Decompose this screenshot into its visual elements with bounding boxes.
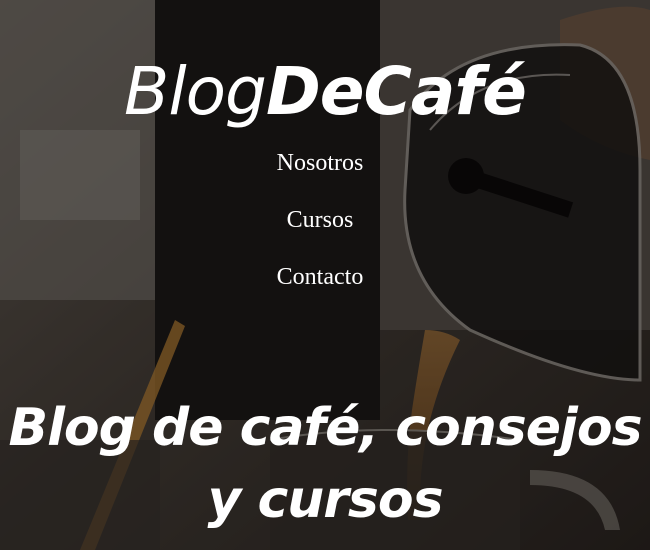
site-logo[interactable]: BlogDeCafé [0, 52, 650, 132]
nav-link-contacto[interactable]: Contacto [277, 259, 364, 295]
hero-section: BlogDeCafé Nosotros Cursos Contacto Blog… [0, 0, 650, 550]
hero-content: BlogDeCafé Nosotros Cursos Contacto Blog… [0, 0, 650, 550]
nav-link-nosotros[interactable]: Nosotros [277, 145, 364, 181]
hero-headline: Blog de café, consejos y cursos [8, 398, 642, 530]
logo-part-decafe: DeCafé [265, 53, 527, 130]
main-navigation: Nosotros Cursos Contacto [220, 145, 420, 316]
nav-link-cursos[interactable]: Cursos [287, 202, 354, 238]
logo-part-blog: Blog [124, 53, 267, 130]
